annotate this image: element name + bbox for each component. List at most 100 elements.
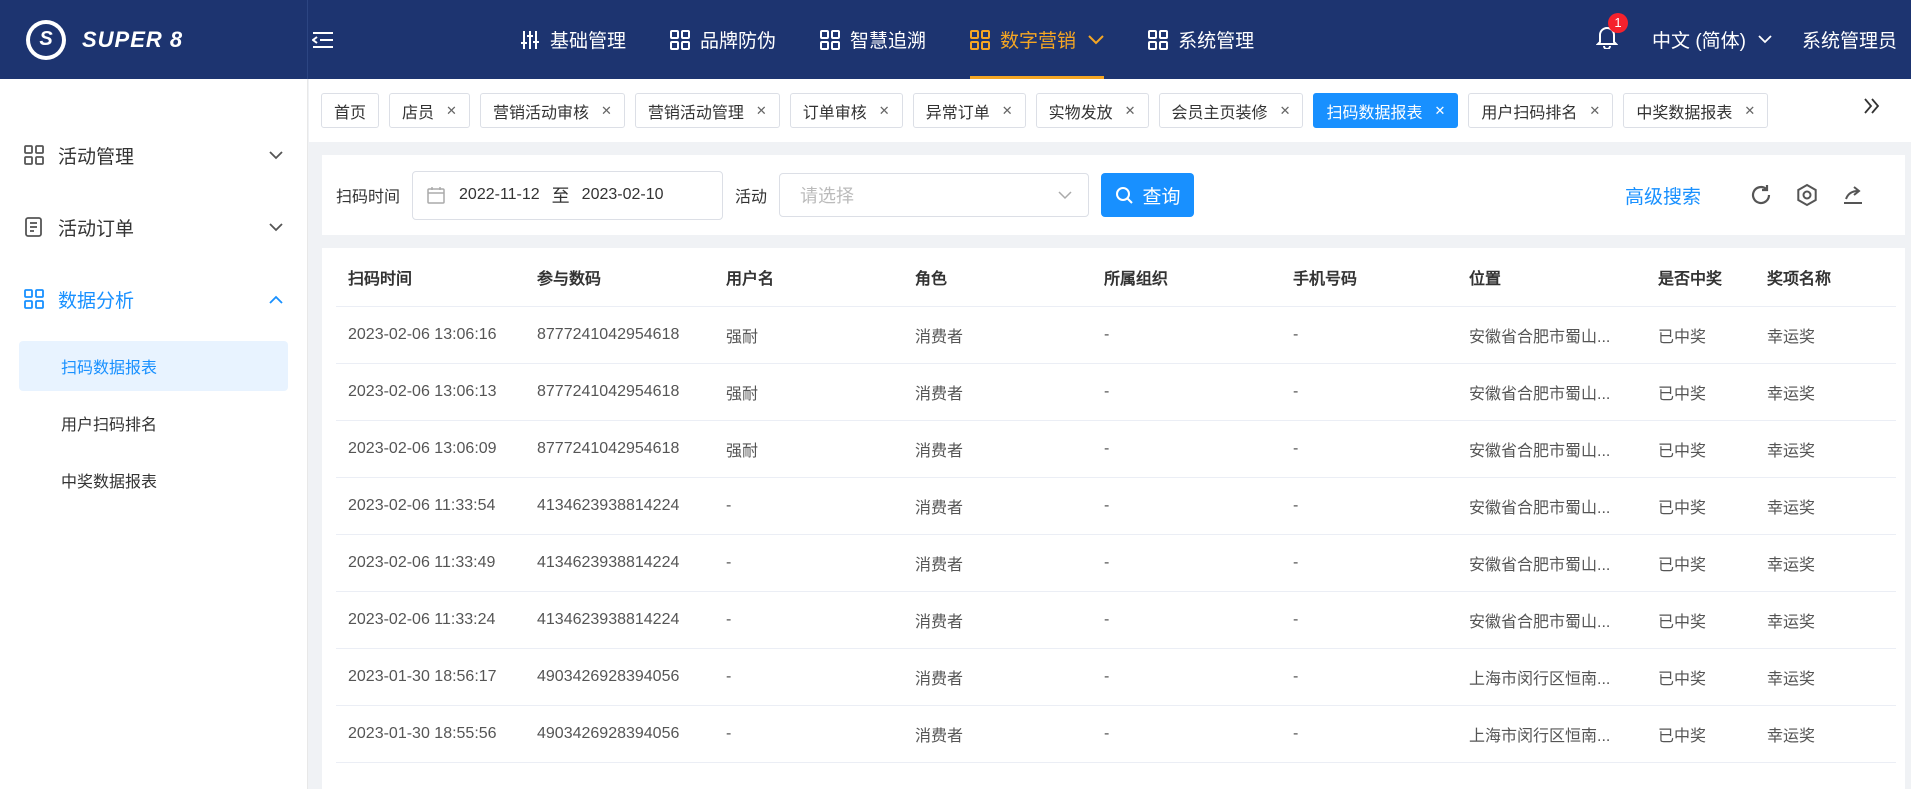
tab-label: 订单审核: [802, 104, 867, 122]
cell-won: 已中奖: [1646, 363, 1755, 421]
cell-phone: -: [1281, 306, 1457, 364]
refresh-icon[interactable]: [1749, 183, 1773, 207]
tab-activity-review[interactable]: 营销活动审核 ✕: [479, 93, 625, 128]
close-icon[interactable]: ✕: [1002, 103, 1013, 119]
column-header[interactable]: 奖项名称: [1755, 248, 1896, 307]
notification-badge: 1: [1608, 12, 1629, 33]
sidebar-item-user-scan-rank[interactable]: 用户扫码排名: [19, 398, 288, 448]
brand-name: SUPER 8: [82, 26, 184, 52]
cell-prize: 幸运奖: [1755, 591, 1896, 649]
table-row[interactable]: 2023-02-06 13:06:16 8777241042954618 强耐 消费者…: [336, 306, 1896, 364]
column-header[interactable]: 所属组织: [1092, 248, 1281, 307]
table-header-row: 扫码时间 参与数码 用户名 角色 所属组织 手机号码 位置 是否中奖 奖项名称: [336, 248, 1896, 307]
column-header[interactable]: 扫码时间: [336, 248, 525, 307]
cell-code: 8777241042954618: [525, 420, 714, 478]
chevron-up-icon: [269, 295, 283, 304]
tab-abnormal-order[interactable]: 异常订单 ✕: [912, 93, 1026, 128]
column-header[interactable]: 角色: [903, 248, 1092, 307]
column-header[interactable]: 是否中奖: [1646, 248, 1755, 307]
close-icon[interactable]: ✕: [879, 103, 890, 119]
cell-scan-time: 2023-01-30 18:56:17: [336, 648, 525, 706]
cell-code: 4134623938814224: [525, 591, 714, 649]
cell-role: 消费者: [903, 306, 1092, 364]
sidebar-group-analysis[interactable]: 数据分析: [0, 269, 307, 329]
close-icon[interactable]: ✕: [446, 103, 457, 119]
chevron-down-icon: [269, 222, 283, 231]
cell-location: 上海市闵行区恒南...: [1457, 705, 1646, 763]
table-row[interactable]: 2023-02-06 11:33:54 4134623938814224- 消费者 -…: [336, 477, 1896, 535]
column-header[interactable]: 位置: [1457, 248, 1646, 307]
notification-bell[interactable]: 1: [1595, 12, 1629, 55]
cell-won: 已中奖: [1646, 306, 1755, 364]
table-row[interactable]: 2023-02-06 11:33:24 4134623938814224- 消费者 -…: [336, 591, 1896, 649]
close-icon[interactable]: ✕: [1280, 103, 1291, 119]
language-selector[interactable]: 中文 (简体): [1652, 26, 1772, 53]
close-icon[interactable]: ✕: [1744, 103, 1755, 119]
sidebar-group-activity[interactable]: 活动管理: [0, 125, 307, 185]
close-icon[interactable]: ✕: [1125, 103, 1136, 119]
cell-location: 安徽省合肥市蜀山...: [1457, 591, 1646, 649]
cell-role: 消费者: [903, 420, 1092, 478]
nav-label: 系统管理: [1178, 31, 1255, 52]
cell-location: 安徽省合肥市蜀山...: [1457, 534, 1646, 592]
cell-phone: -: [1281, 477, 1457, 535]
column-header[interactable]: 参与数码: [525, 248, 714, 307]
date-range-picker[interactable]: 2022-11-12 至 2023-02-10: [412, 170, 724, 220]
table-row[interactable]: 2023-02-06 13:06:09 8777241042954618 强耐 消费者…: [336, 420, 1896, 478]
cell-username: 强耐: [714, 306, 903, 364]
cell-location: 安徽省合肥市蜀山...: [1457, 306, 1646, 364]
advanced-search-link[interactable]: 高级搜索: [1625, 182, 1701, 209]
tab-home[interactable]: 首页: [321, 93, 380, 128]
tab-label: 实物发放: [1048, 104, 1113, 122]
sidebar-item-prize-report[interactable]: 中奖数据报表: [19, 455, 288, 505]
grid-icon: [670, 29, 691, 50]
cell-org: -: [1092, 477, 1281, 535]
close-icon[interactable]: ✕: [601, 103, 612, 119]
cell-role: 消费者: [903, 477, 1092, 535]
tab-member-home[interactable]: 会员主页装修 ✕: [1158, 93, 1304, 128]
cell-role: 消费者: [903, 591, 1092, 649]
export-icon[interactable]: [1841, 183, 1865, 207]
column-header[interactable]: 用户名: [714, 248, 903, 307]
chevron-down-icon: [1088, 34, 1104, 44]
tab-scan-report[interactable]: 扫码数据报表 ✕: [1313, 93, 1459, 128]
table-row[interactable]: 2023-02-06 13:06:13 8777241042954618 强耐 消费者…: [336, 363, 1896, 421]
nav-item-brand[interactable]: 品牌防伪: [670, 0, 776, 79]
tab-user-scan-rank[interactable]: 用户扫码排名 ✕: [1468, 93, 1614, 128]
nav-item-trace[interactable]: 智慧追溯: [820, 0, 926, 79]
tab-activity-manage[interactable]: 营销活动管理 ✕: [634, 93, 780, 128]
sidebar-group-orders[interactable]: 活动订单: [0, 197, 307, 257]
double-chevron-right-icon[interactable]: [1863, 97, 1881, 120]
user-name[interactable]: 系统管理员: [1802, 26, 1897, 53]
nav-item-marketing[interactable]: 数字营销: [970, 0, 1105, 79]
table-row[interactable]: 2023-02-06 11:33:49 4134623938814224- 消费者 -…: [336, 534, 1896, 592]
nav-item-basic[interactable]: 基础管理: [520, 0, 626, 79]
close-icon[interactable]: ✕: [1589, 103, 1600, 119]
cell-username: -: [714, 648, 903, 706]
query-button[interactable]: 查询: [1101, 173, 1195, 217]
cell-won: 已中奖: [1646, 648, 1755, 706]
cell-username: -: [714, 705, 903, 763]
menu-collapse-icon[interactable]: [310, 27, 336, 53]
close-icon[interactable]: ✕: [756, 103, 767, 119]
table-row[interactable]: 2023-01-30 18:55:56 4903426928394056- 消费者 -…: [336, 705, 1896, 763]
cell-code: 8777241042954618: [525, 306, 714, 364]
tab-order-review[interactable]: 订单审核 ✕: [789, 93, 903, 128]
cell-phone: -: [1281, 534, 1457, 592]
cell-username: 强耐: [714, 420, 903, 478]
sidebar-item-scan-report[interactable]: 扫码数据报表: [19, 341, 288, 391]
scan-data-table: 扫码时间 参与数码 用户名 角色 所属组织 手机号码 位置 是否中奖 奖项名称 …: [336, 248, 1896, 763]
brand[interactable]: S SUPER 8: [0, 0, 308, 79]
gear-icon[interactable]: [1795, 183, 1819, 207]
table-row[interactable]: 2023-01-30 18:56:17 4903426928394056- 消费者 -…: [336, 648, 1896, 706]
tab-prize-report[interactable]: 中奖数据报表 ✕: [1623, 93, 1769, 128]
tab-physical-delivery[interactable]: 实物发放 ✕: [1035, 93, 1149, 128]
nav-item-system[interactable]: 系统管理: [1148, 0, 1254, 79]
column-header[interactable]: 手机号码: [1281, 248, 1457, 307]
close-icon[interactable]: ✕: [1434, 103, 1445, 119]
tab-clerk[interactable]: 店员 ✕: [389, 93, 470, 128]
header-right: 1 中文 (简体) 系统管理员: [1595, 0, 1897, 79]
cell-org: -: [1092, 705, 1281, 763]
activity-select[interactable]: 请选择: [779, 173, 1090, 217]
cell-won: 已中奖: [1646, 534, 1755, 592]
